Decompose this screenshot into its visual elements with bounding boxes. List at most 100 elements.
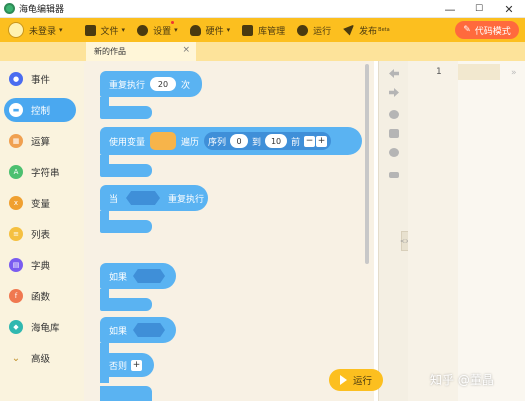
line-number: 1 bbox=[436, 67, 442, 77]
maximize-button[interactable]: ☐ bbox=[466, 0, 492, 18]
range-expression[interactable]: 序列 0 到 10 前 − + bbox=[204, 132, 332, 150]
list-icon: ≡ bbox=[9, 227, 23, 241]
block-ifelse[interactable]: 如果 bbox=[100, 317, 176, 343]
range-label: 前 bbox=[291, 137, 301, 148]
beta-badge: Beta bbox=[378, 27, 390, 33]
library-icon bbox=[242, 24, 254, 36]
block-repeat-foot bbox=[100, 106, 152, 119]
tab-close-button[interactable]: × bbox=[182, 45, 190, 55]
condition-slot[interactable] bbox=[126, 191, 161, 205]
category-advanced[interactable]: ⌄ 高级 bbox=[4, 346, 76, 370]
folder-icon bbox=[84, 24, 96, 36]
block-foreach-foot bbox=[100, 164, 152, 177]
redo-icon[interactable] bbox=[389, 88, 399, 97]
collapse-panel-icon[interactable]: » bbox=[511, 68, 517, 78]
book-icon: ▤ bbox=[9, 258, 23, 272]
tab-bar bbox=[0, 42, 525, 61]
category-event[interactable]: ● 事件 bbox=[4, 67, 76, 91]
library-button[interactable]: 库管理 bbox=[236, 18, 291, 42]
notification-dot bbox=[171, 20, 175, 24]
current-line-highlight bbox=[458, 64, 500, 80]
category-label: 变量 bbox=[31, 199, 51, 210]
block-label: 次 bbox=[181, 80, 191, 91]
run-button-label: 运行 bbox=[352, 376, 372, 387]
category-list[interactable]: ≡ 列表 bbox=[4, 222, 76, 246]
hardware-icon bbox=[189, 24, 201, 36]
settings-menu[interactable]: 设置 ▾ bbox=[131, 18, 184, 42]
block-label: 当 bbox=[109, 194, 119, 205]
category-sidebar: ● 事件 ▬ 控制 ▦ 运算 A 字符串 x 变量 ≡ 列表 ▤ 字典 f 函数… bbox=[0, 61, 84, 401]
file-menu[interactable]: 文件 ▾ bbox=[79, 18, 132, 42]
comment-icon[interactable] bbox=[389, 148, 399, 157]
play-circle-icon bbox=[297, 24, 309, 36]
category-function[interactable]: f 函数 bbox=[4, 284, 76, 308]
category-control[interactable]: ▬ 控制 bbox=[4, 98, 76, 122]
chevron-down-icon: ▾ bbox=[174, 26, 178, 34]
publish-menu[interactable]: 发布 Beta bbox=[337, 18, 396, 42]
category-dict[interactable]: ▤ 字典 bbox=[4, 253, 76, 277]
code-mode-button[interactable]: ✎ 代码模式 bbox=[455, 21, 519, 39]
tab-new-project[interactable]: 新的作品 × bbox=[86, 42, 196, 61]
remove-arg-button[interactable]: − bbox=[304, 135, 316, 147]
add-elif-button[interactable]: + bbox=[131, 359, 143, 371]
block-while[interactable]: 当 重复执行 bbox=[100, 185, 208, 211]
close-button[interactable]: ✕ bbox=[496, 0, 522, 18]
condition-slot[interactable] bbox=[133, 323, 166, 337]
library-label: 库管理 bbox=[258, 26, 286, 37]
search-icon[interactable] bbox=[389, 110, 399, 119]
block-if-foot bbox=[100, 298, 152, 311]
range-from-input[interactable]: 0 bbox=[230, 134, 249, 148]
title-bar: 海龟编辑器 — ☐ ✕ bbox=[0, 0, 525, 18]
run-menu[interactable]: 运行 bbox=[291, 18, 337, 42]
block-while-foot bbox=[100, 220, 152, 233]
format-icon[interactable] bbox=[389, 172, 399, 178]
repeat-count-input[interactable]: 20 bbox=[150, 77, 177, 91]
category-label: 事件 bbox=[31, 75, 51, 86]
hardware-label: 硬件 bbox=[205, 26, 224, 37]
category-turtle[interactable]: ◆ 海龟库 bbox=[4, 315, 76, 339]
chevron-down-icon: ⌄ bbox=[11, 352, 21, 364]
gear-icon bbox=[137, 24, 149, 36]
block-ifelse-foot bbox=[100, 386, 152, 401]
palette-scrollbar[interactable] bbox=[365, 64, 369, 264]
a-icon: A bbox=[9, 165, 23, 179]
category-operators[interactable]: ▦ 运算 bbox=[4, 129, 76, 153]
variable-slot[interactable] bbox=[150, 132, 177, 150]
run-button[interactable]: 运行 bbox=[329, 369, 383, 391]
category-label: 字典 bbox=[31, 261, 51, 272]
fn-icon: f bbox=[9, 289, 23, 303]
publish-label: 发布 bbox=[359, 26, 378, 37]
user-label: 未登录 bbox=[29, 26, 57, 37]
block-else-row[interactable]: 否则 + bbox=[100, 353, 154, 377]
code-editor[interactable] bbox=[458, 61, 525, 401]
category-label: 函数 bbox=[31, 292, 51, 303]
category-variable[interactable]: x 变量 bbox=[4, 191, 76, 215]
condition-slot[interactable] bbox=[133, 269, 166, 283]
hardware-menu[interactable]: 硬件 ▾ bbox=[184, 18, 237, 42]
app-logo-icon bbox=[4, 3, 15, 14]
block-label: 重复执行 bbox=[109, 80, 146, 91]
undo-icon[interactable] bbox=[389, 69, 399, 78]
copy-icon[interactable] bbox=[389, 129, 399, 138]
block-label: 如果 bbox=[109, 326, 128, 337]
range-label: 到 bbox=[252, 137, 262, 148]
watermark: 知乎 @董晶 bbox=[430, 373, 494, 387]
minimize-button[interactable]: — bbox=[437, 0, 463, 18]
avatar-icon bbox=[8, 22, 24, 38]
category-label: 字符串 bbox=[31, 168, 60, 179]
toggle-icon: ● bbox=[9, 72, 23, 86]
pencil-icon: ✎ bbox=[463, 25, 471, 35]
gamepad-icon: ▬ bbox=[9, 103, 23, 117]
user-menu[interactable]: 未登录 ▾ bbox=[0, 18, 69, 42]
block-repeat[interactable]: 重复执行 20 次 bbox=[100, 71, 202, 97]
grid-icon: ▦ bbox=[9, 134, 23, 148]
play-icon bbox=[339, 375, 347, 385]
category-label: 控制 bbox=[31, 106, 51, 117]
category-string[interactable]: A 字符串 bbox=[4, 160, 76, 184]
file-label: 文件 bbox=[100, 26, 119, 37]
block-if[interactable]: 如果 bbox=[100, 263, 176, 289]
add-arg-button[interactable]: + bbox=[316, 135, 328, 147]
category-label: 运算 bbox=[31, 137, 51, 148]
range-to-input[interactable]: 10 bbox=[265, 134, 288, 148]
block-foreach[interactable]: 使用变量 遍历 序列 0 到 10 前 − + bbox=[100, 127, 362, 155]
